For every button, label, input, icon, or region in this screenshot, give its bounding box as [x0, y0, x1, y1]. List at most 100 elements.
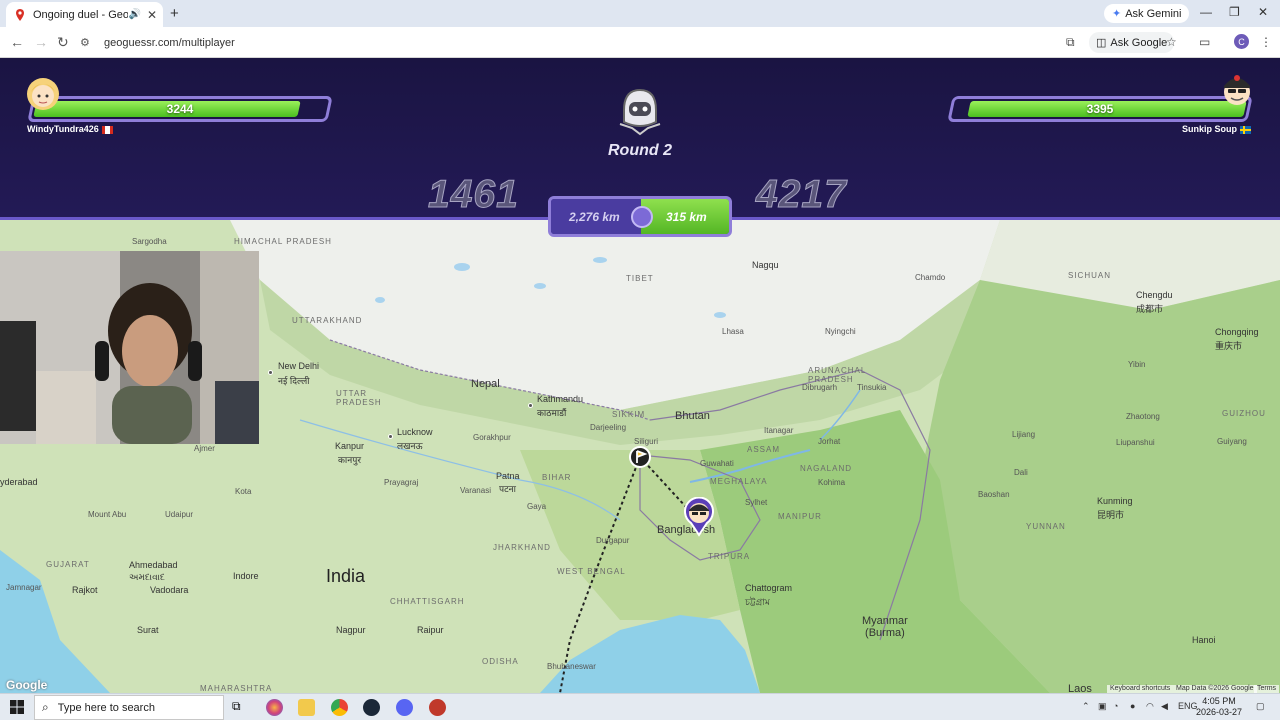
left-player-avatar[interactable] [23, 72, 63, 112]
label-kunming-local: 昆明市 [1097, 510, 1125, 520]
distance-versus-icon [631, 206, 653, 228]
file-explorer-icon[interactable] [298, 699, 315, 716]
label-kanpur: Kanpur [335, 441, 365, 451]
speaker-icon[interactable]: 🔊 [128, 9, 140, 20]
geoguessr-favicon-icon [16, 8, 24, 21]
label-lucknow-local: लखनऊ [397, 441, 423, 451]
side-panel-icon[interactable]: ▭ [1199, 35, 1210, 49]
round-helmet-icon [619, 88, 661, 136]
label-odisha: ODISHA [482, 657, 519, 666]
label-assam: ASSAM [747, 445, 781, 454]
label-gorakhpur: Gorakhpur [473, 433, 511, 442]
tray-network-icon[interactable]: ◔ [1113, 701, 1118, 711]
tray-volume-icon[interactable]: ◀ [1161, 701, 1168, 712]
tray-wifi-icon[interactable]: ◠ [1146, 701, 1154, 712]
label-chengdu-local: 成都市 [1136, 304, 1164, 314]
label-yibin: Yibin [1128, 360, 1146, 369]
left-player-name: WindyTundra426 [27, 124, 113, 134]
label-darjeeling: Darjeeling [590, 423, 627, 432]
label-new-delhi: New Delhi [278, 361, 320, 371]
steam-icon[interactable] [363, 699, 380, 716]
profile-avatar[interactable]: C [1234, 34, 1249, 49]
restore-icon[interactable]: ❐ [1229, 5, 1240, 19]
label-surat: Surat [137, 625, 159, 635]
back-icon[interactable]: ← [10, 34, 24, 50]
obs-app-icon[interactable] [429, 699, 446, 716]
kathmandu-dot [528, 403, 533, 408]
bookmark-star-icon[interactable]: ☆ [1166, 35, 1177, 49]
tray-mic-icon[interactable]: ● [1130, 701, 1135, 711]
label-west-bengal: WEST BENGAL [557, 567, 626, 576]
label-tibet: TIBET [626, 274, 654, 283]
label-lijiang: Lijiang [1012, 430, 1036, 439]
terms-link[interactable]: Terms [1254, 685, 1280, 693]
label-jorhat: Jorhat [818, 437, 841, 446]
reload-icon[interactable]: ↻ [57, 34, 69, 51]
browser-tab-bar: Ongoing duel - GeoGuessr 🔊 ✕ + ✦ Ask Gem… [0, 0, 1280, 27]
label-chengdu: Chengdu [1136, 290, 1173, 300]
url-field[interactable]: ⚙ geoguessr.com/multiplayer [80, 31, 1090, 54]
clock-time: 4:05 PM [1202, 696, 1236, 706]
label-itanagar: Itanagar [764, 426, 794, 435]
opponent-guess-pin[interactable] [683, 497, 715, 537]
label-indore: Indore [233, 571, 259, 581]
label-varanasi: Varanasi [460, 486, 491, 495]
label-kanpur-local: कानपुर [338, 455, 362, 465]
label-ahmedabad: Ahmedabad [129, 560, 178, 570]
label-durgapur: Durgapur [596, 536, 630, 545]
keyboard-shortcuts-link[interactable]: Keyboard shortcuts [1107, 685, 1174, 693]
new-tab-button[interactable]: + [170, 5, 179, 22]
canada-flag-icon [101, 125, 113, 134]
map-data-attribution: Map Data ©2026 Google [1173, 685, 1257, 693]
language-indicator[interactable]: ENG [1178, 701, 1198, 711]
label-chamdo: Chamdo [915, 273, 946, 282]
label-kathmandu-local: काठमाडौं [537, 408, 567, 418]
tray-chevron-icon[interactable]: ⌃ [1082, 701, 1090, 712]
label-kunming: Kunming [1097, 496, 1133, 506]
minimize-icon[interactable]: — [1200, 5, 1212, 19]
label-nagqu: Nagqu [752, 260, 779, 270]
distance-comparison: 2,276 km 315 km [548, 196, 732, 237]
chrome-icon[interactable] [331, 699, 348, 716]
menu-dots-icon[interactable]: ⋮ [1260, 35, 1272, 49]
forward-icon[interactable]: → [34, 34, 48, 50]
label-chongqing-local: 重庆市 [1215, 341, 1243, 351]
ask-gemini-button[interactable]: ✦ Ask Gemini [1104, 4, 1190, 23]
install-app-icon[interactable]: ⧉ [1066, 35, 1075, 50]
lucknow-dot [388, 434, 393, 439]
taskbar-search-box[interactable]: ⌕ Type here to search [34, 695, 224, 720]
google-lens-icon: ◫ [1096, 37, 1107, 49]
ask-gemini-label: Ask Gemini [1125, 7, 1182, 20]
close-window-icon[interactable]: ✕ [1258, 5, 1268, 19]
copilot-icon[interactable] [266, 699, 283, 716]
site-settings-icon[interactable]: ⚙ [80, 36, 96, 49]
label-dali: Dali [1014, 468, 1028, 477]
label-zhaotong: Zhaotong [1126, 412, 1160, 421]
tray-app-icon[interactable]: ▣ [1098, 701, 1107, 712]
label-nepal: Nepal [471, 378, 500, 390]
ask-google-button[interactable]: ◫ Ask Google [1089, 32, 1175, 53]
correct-location-flag-marker[interactable] [628, 445, 652, 469]
notifications-icon[interactable]: ▢ [1256, 701, 1265, 712]
label-new-delhi-local: नई दिल्ली [278, 376, 310, 386]
right-distance-value: 315 km [666, 210, 707, 224]
screen: Ongoing duel - GeoGuessr 🔊 ✕ + ✦ Ask Gem… [0, 0, 1280, 720]
browser-tab[interactable]: Ongoing duel - GeoGuessr 🔊 ✕ [6, 2, 163, 27]
label-raipur: Raipur [417, 625, 444, 635]
label-gujarat: GUJARAT [46, 560, 90, 569]
webcam-feed-image [0, 251, 259, 444]
task-view-icon[interactable]: ⧉ [232, 699, 249, 716]
label-patna-local: पटना [499, 484, 516, 494]
label-liupanshui: Liupanshui [1116, 438, 1155, 447]
label-gaya: Gaya [527, 502, 547, 511]
label-bhubaneswar: Bhubaneswar [547, 662, 596, 671]
label-nyingchi: Nyingchi [825, 327, 856, 336]
clock-date: 2026-03-27 [1196, 707, 1243, 717]
label-nagaland: NAGALAND [800, 464, 853, 473]
taskbar-clock[interactable]: 4:05 PM 2026-03-27 [1196, 696, 1242, 718]
right-player-avatar[interactable] [1217, 68, 1257, 108]
label-kota: Kota [235, 487, 252, 496]
discord-icon[interactable] [396, 699, 413, 716]
close-tab-icon[interactable]: ✕ [147, 8, 157, 22]
windows-start-icon[interactable] [10, 700, 24, 714]
